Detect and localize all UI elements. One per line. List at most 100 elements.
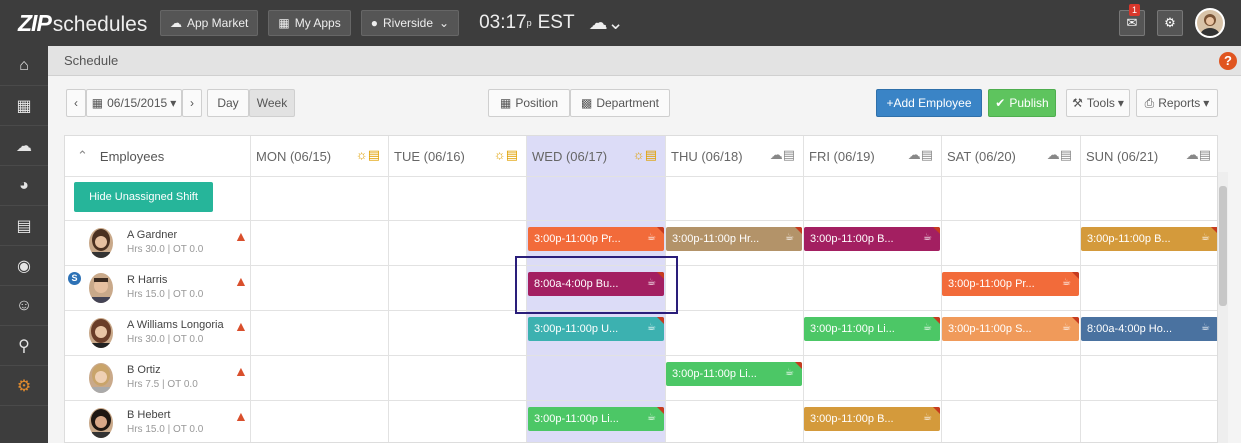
sun-icon[interactable]: ☼▤ <box>494 147 518 163</box>
messages-button[interactable]: ✉ 1 <box>1119 4 1145 36</box>
cloud-sun-icon[interactable]: ☁▤ <box>1047 147 1072 163</box>
day-header-wed: WED (06/17) ☼▤ <box>532 136 665 176</box>
warning-icon[interactable]: ▲ <box>234 318 248 334</box>
employee-avatar <box>89 363 113 393</box>
employee-hours: Hrs 15.0 | OT 0.0 <box>127 424 204 435</box>
tools-label: Tools <box>1086 96 1115 110</box>
clock: 03:17 p EST ☁⌄ <box>479 12 624 35</box>
add-employee-button[interactable]: +Add Employee <box>876 89 982 117</box>
my-apps-label: My Apps <box>294 16 341 30</box>
tools-dropdown[interactable]: ⚒ Tools ▾ <box>1066 89 1130 117</box>
user-avatar[interactable] <box>1195 8 1225 38</box>
settings-button[interactable]: ⚙ <box>1157 10 1183 36</box>
settings-gear-icon[interactable]: ⚙ <box>0 366 48 406</box>
employee-avatar <box>89 408 113 438</box>
calendar-icon[interactable]: ▦ <box>0 86 48 126</box>
my-apps-button[interactable]: ▦ My Apps <box>268 10 351 36</box>
cloud-icon[interactable]: ☁ <box>0 126 48 166</box>
grid-scrollbar[interactable] <box>1218 172 1228 443</box>
chevron-right-icon: › <box>190 96 194 110</box>
employee-row[interactable]: B Ortiz Hrs 7.5 | OT 0.0 ▲ <box>65 355 250 400</box>
location-gear-icon[interactable]: ⚲ <box>0 326 48 366</box>
employee-name: B Hebert <box>127 409 171 421</box>
cloud-sun-icon[interactable]: ☁▤ <box>908 147 933 163</box>
shift-label: 3:00p-11:00p B... <box>810 233 894 245</box>
department-label: Department <box>596 96 660 110</box>
caret-down-icon: ▾ <box>170 96 177 110</box>
chevron-left-icon: ‹ <box>74 96 78 110</box>
day-header-sat: SAT (06/20) ☁▤ <box>947 136 1080 176</box>
weather-icon[interactable]: ☁⌄ <box>589 12 624 35</box>
next-week-button[interactable]: › <box>182 89 202 117</box>
day-header-fri: FRI (06/19) ☁▤ <box>809 136 941 176</box>
shift-label: 3:00p-11:00p S... <box>948 323 1032 335</box>
reports-dropdown[interactable]: ⎙ Reports ▾ <box>1136 89 1218 117</box>
pie-chart-icon[interactable]: ◕ <box>0 166 48 206</box>
shift-label: 3:00p-11:00p Pr... <box>948 278 1035 290</box>
employees-header[interactable]: ⌃ Employees <box>65 136 250 176</box>
top-bar: ZIP schedules ☁ App Market ▦ My Apps ● R… <box>0 0 1241 46</box>
employee-hours: Hrs 30.0 | OT 0.0 <box>127 334 204 345</box>
gear-icon: ⚙ <box>1164 15 1176 30</box>
employee-name: R Harris <box>127 274 168 286</box>
home-icon[interactable]: ⌂ <box>0 46 48 86</box>
shift-block[interactable]: 3:00p-11:00p U... ☕ <box>528 317 664 341</box>
week-view-button[interactable]: Week <box>249 89 295 117</box>
location-dropdown[interactable]: ● Riverside ⌄ <box>360 10 460 36</box>
breadcrumb-schedule: Schedule <box>64 53 119 68</box>
day-label: SAT (06/20) <box>947 148 1016 164</box>
position-button[interactable]: ▦ Position <box>488 89 570 117</box>
wrench-icon: ⚒ <box>1072 96 1083 110</box>
publish-button[interactable]: ✔ Publish <box>988 89 1056 117</box>
employee-row[interactable]: S R Harris Hrs 15.0 | OT 0.0 ▲ <box>65 265 250 310</box>
shift-block[interactable]: 3:00p-11:00p B... ☕ <box>1081 227 1217 251</box>
position-label: Position <box>515 96 559 110</box>
shift-block[interactable]: 3:00p-11:00p B... ☕ <box>804 227 940 251</box>
cloud-sun-icon[interactable]: ☁▤ <box>770 147 795 163</box>
users-icon[interactable]: ☺ <box>0 286 48 326</box>
app-logo[interactable]: ZIP schedules <box>0 10 160 37</box>
help-icon[interactable]: ? <box>1219 52 1237 70</box>
breadcrumb: Schedule ? <box>48 46 1241 76</box>
shift-block[interactable]: 3:00p-11:00p Hr... ☕ <box>666 227 802 251</box>
supervisor-badge-icon: S <box>68 272 81 285</box>
sun-icon[interactable]: ☼▤ <box>633 147 657 163</box>
shift-label: 3:00p-11:00p Pr... <box>534 233 621 245</box>
table-icon: ▦ <box>499 96 512 110</box>
shift-block[interactable]: 3:00p-11:00p Li... ☕ <box>804 317 940 341</box>
shift-block[interactable]: 8:00a-4:00p Ho... ☕ <box>1081 317 1217 341</box>
break-cup-icon: ☕ <box>785 367 794 378</box>
calendar-clock-icon[interactable]: ▤ <box>0 206 48 246</box>
day-header-mon: MON (06/15) ☼▤ <box>256 136 388 176</box>
warning-icon[interactable]: ▲ <box>234 273 248 289</box>
employees-label: Employees <box>99 148 165 164</box>
collapse-icon: ⌃ <box>77 148 88 163</box>
shift-block[interactable]: 3:00p-11:00p S... ☕ <box>942 317 1079 341</box>
shift-block[interactable]: 3:00p-11:00p Pr... ☕ <box>528 227 664 251</box>
cloud-sun-icon[interactable]: ☁▤ <box>1186 147 1211 163</box>
scrollbar-thumb[interactable] <box>1219 186 1227 306</box>
sun-icon[interactable]: ☼▤ <box>356 147 380 163</box>
app-market-button[interactable]: ☁ App Market <box>160 10 259 36</box>
department-button[interactable]: ▩ Department <box>570 89 670 117</box>
shift-block[interactable]: 3:00p-11:00p Li... ☕ <box>528 407 664 431</box>
break-cup-icon: ☕ <box>647 232 656 243</box>
employee-row[interactable]: A Williams Longoria Hrs 30.0 | OT 0.0 ▲ <box>65 310 250 355</box>
shift-block[interactable]: 3:00p-11:00p Pr... ☕ <box>942 272 1079 296</box>
warning-icon[interactable]: ▲ <box>234 408 248 424</box>
employee-row[interactable]: A Gardner Hrs 30.0 | OT 0.0 ▲ <box>65 220 250 265</box>
calendar-small-icon: ▦ <box>91 96 104 110</box>
day-header-thu: THU (06/18) ☁▤ <box>671 136 803 176</box>
shift-block[interactable]: 3:00p-11:00p B... ☕ <box>804 407 940 431</box>
employee-hours: Hrs 15.0 | OT 0.0 <box>127 289 204 300</box>
hide-unassigned-shift-button[interactable]: Hide Unassigned Shift <box>74 182 213 212</box>
day-view-button[interactable]: Day <box>207 89 249 117</box>
prev-week-button[interactable]: ‹ <box>66 89 86 117</box>
warning-icon[interactable]: ▲ <box>234 363 248 379</box>
break-cup-icon: ☕ <box>1201 232 1210 243</box>
user-circle-icon[interactable]: ◉ <box>0 246 48 286</box>
warning-icon[interactable]: ▲ <box>234 228 248 244</box>
shift-block[interactable]: 3:00p-11:00p Li... ☕ <box>666 362 802 386</box>
employee-row[interactable]: B Hebert Hrs 15.0 | OT 0.0 ▲ <box>65 400 250 442</box>
date-picker[interactable]: ▦ 06/15/2015 ▾ <box>86 89 182 117</box>
